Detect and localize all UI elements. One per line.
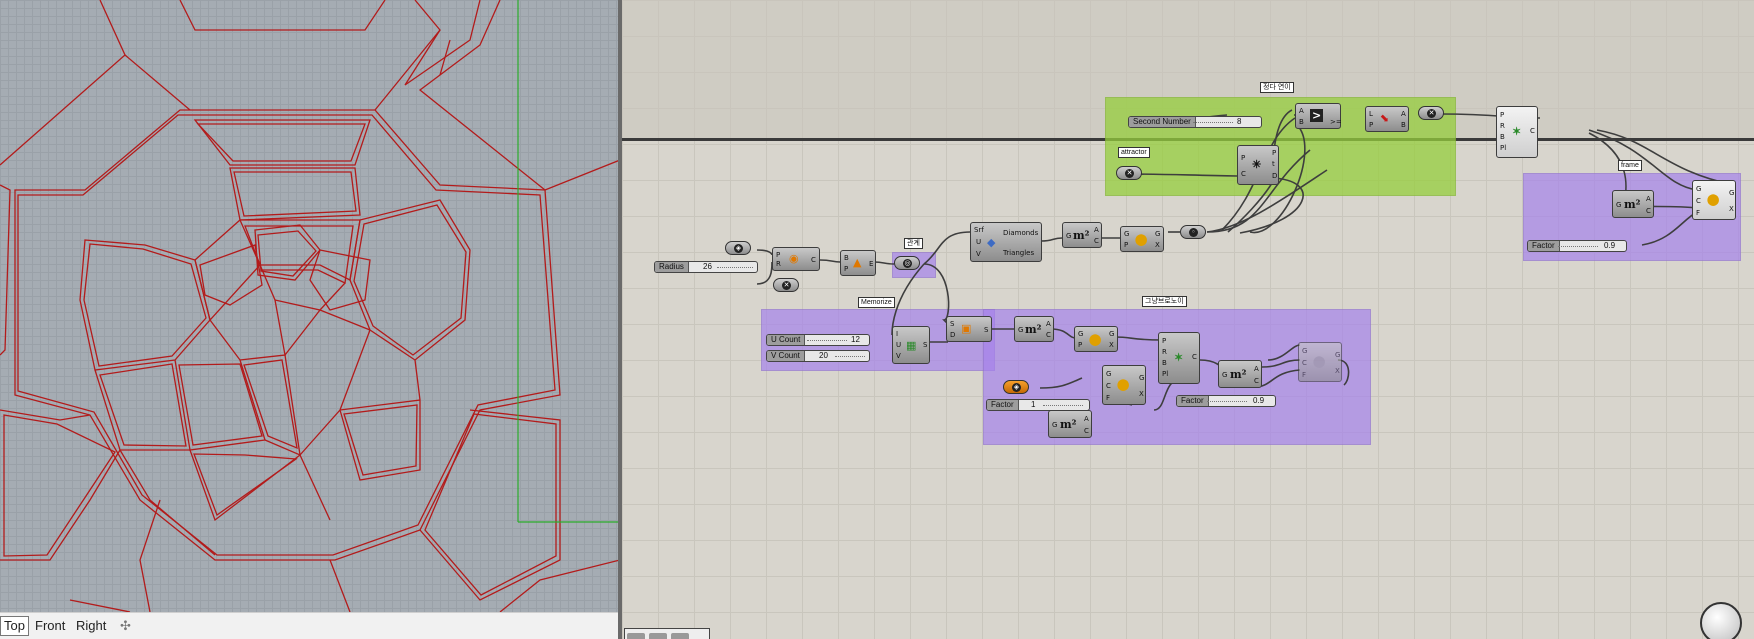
frame-tag: frame <box>1618 160 1642 171</box>
geometry-param[interactable]: ◈ <box>725 241 751 255</box>
slider-value: 26 <box>703 262 712 271</box>
scale-component-disabled[interactable]: G C F ⬤ G X <box>1298 342 1342 382</box>
circle-icon: ◉ <box>789 252 799 265</box>
scale-component-bottom[interactable]: G C F ⬤ G X <box>1102 365 1146 405</box>
wires <box>756 109 1735 411</box>
number-icon: ◦ <box>1189 228 1198 237</box>
point-icon: ✕ <box>1125 169 1134 178</box>
brep-param[interactable]: ◎ <box>894 256 920 270</box>
brep-edges-component[interactable]: B P ▲ E <box>840 250 876 276</box>
toolbar-icon[interactable] <box>649 633 667 639</box>
diamond-icon: ◆ <box>987 236 996 249</box>
triangle-icon: ▲ <box>853 256 862 269</box>
memorize-tag: Memorize <box>858 297 895 308</box>
closest-point-icon: ✳ <box>1252 158 1262 171</box>
factor-slider-right[interactable]: Factor 0.9 <box>1527 240 1627 252</box>
area-icon: m² <box>1025 323 1042 336</box>
slider-value: 12 <box>851 335 860 344</box>
pull-icon: ⬊ <box>1380 112 1390 125</box>
slider-value: 20 <box>819 351 828 360</box>
attractor-point-param[interactable]: ✕ <box>1116 166 1142 180</box>
area-icon: m² <box>1073 229 1090 242</box>
surface-icon: ▣ <box>961 322 972 335</box>
group-label-top: 정다 연이 <box>1260 82 1294 93</box>
pull-component[interactable]: L P ⬊ A B <box>1365 106 1409 132</box>
move-icon: ⬤ <box>1089 333 1102 346</box>
geometry-icon: ◈ <box>1012 383 1021 392</box>
divide-surface-component[interactable]: I U V ▦ S <box>892 326 930 364</box>
brep-icon: ◎ <box>903 259 912 268</box>
u-count-slider[interactable]: U Count 12 <box>766 334 870 346</box>
area-icon: m² <box>1060 418 1077 431</box>
point-param-top[interactable]: ✕ <box>1418 106 1444 120</box>
area-icon: m² <box>1624 198 1641 211</box>
move-icon: ⬤ <box>1135 233 1148 246</box>
attractor-tag: attractor <box>1118 147 1150 158</box>
toolbar-icon[interactable] <box>627 633 645 639</box>
move-component-top[interactable]: G P ⬤ G X <box>1120 226 1164 252</box>
slider-value: 0.9 <box>1253 396 1265 405</box>
second-number-slider[interactable]: Second Number 8 <box>1128 116 1262 128</box>
slider-label: Factor <box>987 400 1019 410</box>
tab-top[interactable]: Top <box>0 616 29 636</box>
geometry-icon: ◈ <box>734 244 743 253</box>
area-component-mid[interactable]: G m² A C <box>1014 316 1054 342</box>
area-component-top[interactable]: G m² A C <box>1062 222 1102 248</box>
surface-component[interactable]: S D ▣ S <box>946 316 992 342</box>
scale-component-right[interactable]: G C F ⬤ G X <box>1692 180 1736 220</box>
geometry-param-orange[interactable]: ◈ <box>1003 380 1029 394</box>
slider-label: Second Number <box>1129 117 1196 127</box>
slider-value: 8 <box>1237 117 1242 126</box>
radius-slider[interactable]: Radius 26 <box>654 261 758 273</box>
scale-icon: ⬤ <box>1313 355 1326 368</box>
voronoi-component-top[interactable]: P R B Pl ✶ C <box>1496 106 1538 158</box>
area-component-low[interactable]: G m² A C <box>1048 410 1092 438</box>
slider-label: Factor <box>1177 396 1209 406</box>
compare-component[interactable]: A B > >= <box>1295 103 1342 129</box>
slider-label: Factor <box>1528 241 1560 251</box>
circle-component[interactable]: P R ◉ C <box>772 247 820 271</box>
slider-value: 1 <box>1031 400 1036 409</box>
zoom-navigation-widget[interactable] <box>1700 602 1742 639</box>
voronoi-icon: ✶ <box>1512 125 1522 138</box>
point-icon: ✕ <box>1427 109 1436 118</box>
voronoi-icon: ✶ <box>1174 351 1184 364</box>
rhino-viewport[interactable]: Top Front Right ✣ <box>0 0 620 639</box>
viewport-tab-bar: Top Front Right ✣ <box>0 612 620 639</box>
voronoi-curves <box>0 0 620 612</box>
divide-icon: ▦ <box>906 339 917 352</box>
slider-label: U Count <box>767 335 806 345</box>
grasshopper-canvas[interactable]: 정다 연이 attractor 관계 Memorize 그냥브로노이 frame… <box>622 0 1754 639</box>
diamond-panels-component[interactable]: Srf U V ◆ Diamonds Triangles <box>970 222 1042 262</box>
number-param[interactable]: ◦ <box>1180 225 1206 239</box>
plus-icon[interactable]: ✣ <box>120 618 131 634</box>
slider-label: V Count <box>767 351 805 361</box>
slider-label: Radius <box>655 262 689 272</box>
toolbar-icon[interactable] <box>671 633 689 639</box>
greater-than-icon: > <box>1310 109 1324 122</box>
move-component-mid[interactable]: G P ⬤ G X <box>1074 326 1118 352</box>
tab-front[interactable]: Front <box>35 618 65 633</box>
closest-point-component[interactable]: P C ✳ P t D <box>1237 145 1279 185</box>
scale-icon: ⬤ <box>1117 378 1130 391</box>
tab-right[interactable]: Right <box>76 618 106 633</box>
v-count-slider[interactable]: V Count 20 <box>766 350 870 362</box>
point-param[interactable]: ✕ <box>773 278 799 292</box>
point-icon: ✕ <box>782 281 791 290</box>
area-component-right[interactable]: G m² A C <box>1612 190 1654 218</box>
voronoi-component-bottom[interactable]: P R B Pl ✶ C <box>1158 332 1200 384</box>
factor-slider-mid[interactable]: Factor 0.9 <box>1176 395 1276 407</box>
area-component-bottom[interactable]: G m² A C <box>1218 360 1262 388</box>
center-tag: 관계 <box>904 238 923 249</box>
scale-icon: ⬤ <box>1707 193 1720 206</box>
group-label-bottom: 그냥브로노이 <box>1142 296 1187 307</box>
slider-value: 0.9 <box>1604 241 1616 250</box>
canvas-toolbar[interactable] <box>624 628 710 639</box>
area-icon: m² <box>1230 368 1247 381</box>
